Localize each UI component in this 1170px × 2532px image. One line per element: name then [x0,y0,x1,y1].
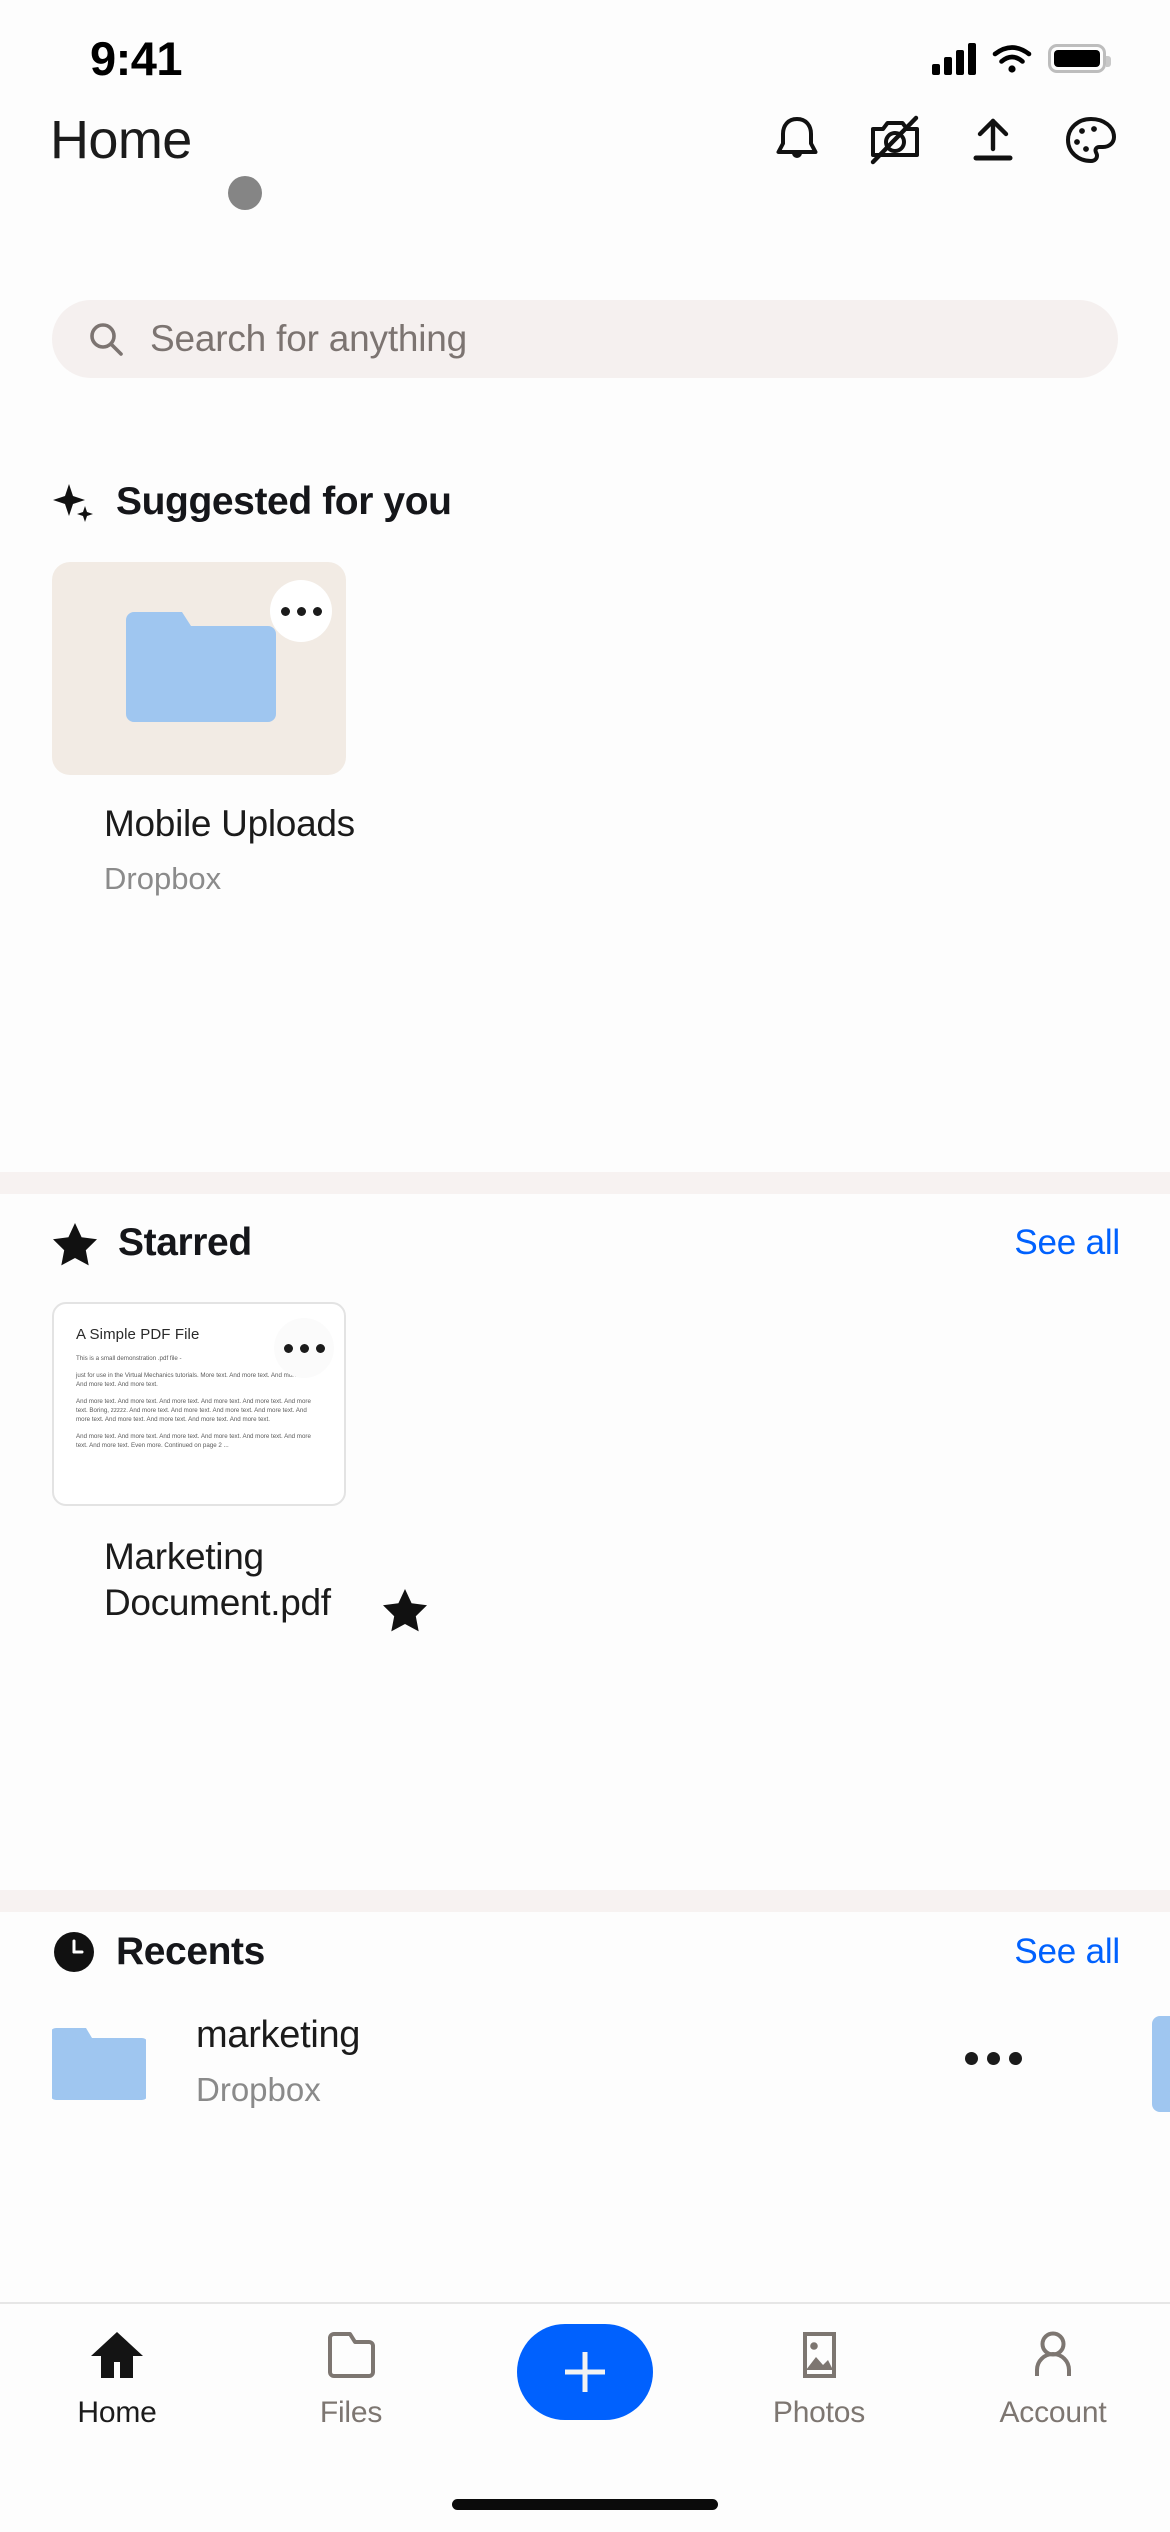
search-section: Search for anything [0,300,1170,378]
notifications-icon[interactable] [768,111,826,169]
tab-account-label: Account [999,2396,1107,2429]
tab-home[interactable]: Home [0,2328,234,2430]
suggested-card-container: Mobile Uploads Dropbox [0,524,1170,897]
suggested-card-location: Dropbox [104,861,222,896]
wifi-icon [992,44,1032,73]
suggested-card-name: Mobile Uploads [104,803,355,844]
starred-title: Starred [118,1221,252,1264]
pdf-preview-line: just for use in the Virtual Mechanics tu… [76,1372,312,1388]
star-filled-icon [53,1223,97,1266]
suggested-file-card[interactable] [52,562,346,775]
folder-icon [126,612,276,722]
status-indicators [932,42,1111,75]
camera-upload-off-icon[interactable] [866,111,924,169]
photos-icon [803,2332,836,2378]
starred-card-name: Marketing Document.pdf [104,1534,374,1626]
pdf-preview-line: And more text. And more text. And more t… [76,1398,311,1423]
tab-photos-label: Photos [772,2396,866,2429]
starred-file-card[interactable]: A Simple PDF File This is a small demons… [52,1302,346,1506]
cellular-signal-icon [932,42,976,75]
starred-card-container: A Simple PDF File This is a small demons… [0,1266,1170,1632]
status-bar: 9:41 [0,0,1170,95]
status-time: 9:41 [90,32,183,85]
suggested-title: Suggested for you [116,480,452,523]
tab-files-label: Files [319,2396,383,2429]
peek-card-edge [1152,2016,1170,2112]
starred-card-name-line2: Document.pdf [104,1582,331,1623]
account-icon [1035,2331,1071,2376]
recents-see-all[interactable]: See all [1014,1932,1120,1972]
search-icon [90,323,123,356]
star-filled-icon [383,1589,427,1632]
create-button[interactable] [517,2324,653,2420]
folder-icon [52,2027,146,2100]
battery-full-icon [1048,44,1111,73]
search-input[interactable]: Search for anything [52,300,1118,378]
tab-files[interactable]: Files [234,2328,468,2430]
tab-home-label: Home [77,2396,157,2429]
page-title: Home [50,110,192,170]
tab-create[interactable] [468,2324,702,2420]
more-horizontal-icon[interactable] [965,2052,1022,2065]
plus-icon [565,2352,605,2392]
suggested-header: Suggested for you [0,480,1170,524]
recents-header: Recents See all [0,1930,1170,1974]
sparkle-icon [53,484,93,522]
recents-section: Recents See all marketing Dropbox [0,1930,1170,2112]
bottom-tab-bar: Home Files Photos Account [0,2302,1170,2532]
pdf-preview-line: And more text. And more text. And more t… [76,1433,311,1449]
touch-indicator [228,176,262,210]
tab-photos[interactable]: Photos [702,2328,936,2430]
list-item-name: marketing [196,2014,361,2056]
header-actions [768,111,1120,169]
starred-header: Starred See all [0,1220,1170,1266]
clock-icon [54,1932,94,1972]
starred-card-name-line1: Marketing [104,1536,264,1577]
home-icon [91,2332,143,2378]
starred-card-meta: Marketing Document.pdf [52,1534,1170,1632]
section-divider-2 [0,1890,1170,1912]
list-item[interactable]: marketing Dropbox [0,1974,1170,2112]
starred-see-all[interactable]: See all [1014,1223,1120,1263]
home-indicator [452,2499,718,2510]
nav-header: Home [0,95,1170,185]
search-placeholder: Search for anything [150,318,468,359]
list-item-location: Dropbox [196,2071,321,2108]
app-screen: 9:41 Home Search for anything Suggested … [0,0,1170,2532]
suggested-section: Suggested for you Mobile Uploads Dropbox [0,480,1170,897]
folder-outline-icon [328,2332,375,2378]
section-divider-1 [0,1172,1170,1194]
tab-account[interactable]: Account [936,2328,1170,2430]
starred-section: Starred See all A Simple PDF File This i… [0,1220,1170,1632]
more-horizontal-icon[interactable] [274,1318,334,1378]
palette-icon[interactable] [1062,111,1120,169]
more-horizontal-icon[interactable] [270,580,332,642]
recents-title: Recents [116,1930,265,1973]
list-item-texts: marketing Dropbox [196,2014,360,2109]
upload-icon[interactable] [964,111,1022,169]
